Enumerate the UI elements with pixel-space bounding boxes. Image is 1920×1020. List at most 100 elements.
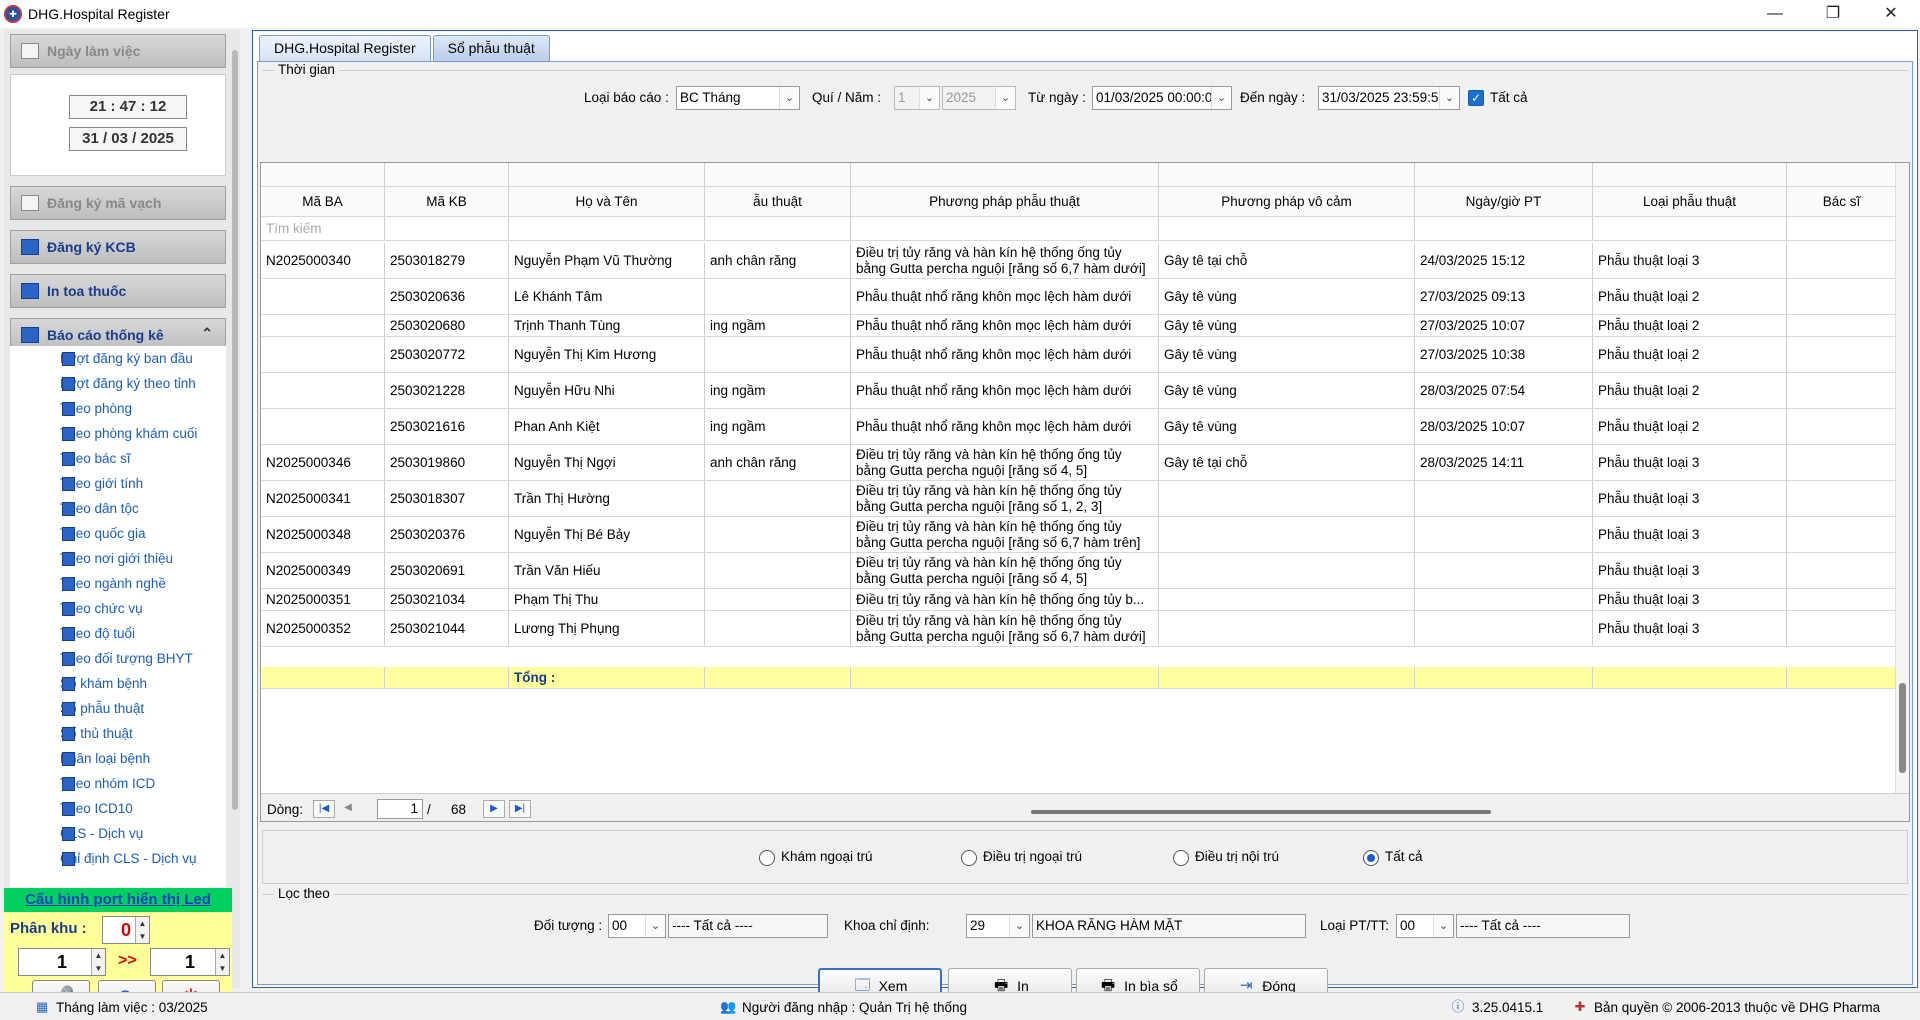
sidebar-report-item[interactable]: Theo chức vụ (10, 596, 226, 621)
search-cell[interactable] (1593, 217, 1787, 240)
sidebar-report-item[interactable]: Theo ICD10 (10, 796, 226, 821)
sidebar-report-item[interactable]: Lượt đăng ký ban đầu (10, 346, 226, 371)
sidebar-report-item[interactable]: Theo phòng (10, 396, 226, 421)
table-row[interactable]: 2503021616 Phan Anh Kiệt ing ngầm Phẫu thuậ… (261, 409, 1897, 445)
next-page-icon[interactable]: ▶ (483, 800, 505, 818)
search-cell[interactable] (509, 217, 705, 240)
table-row[interactable]: N2025000341 2503018307 Trần Thị Hường Điều … (261, 481, 1897, 517)
spinner-arrows-icon[interactable]: ▲ ▼ (91, 949, 105, 975)
from-spinner[interactable]: 1 ▲ ▼ (18, 948, 106, 976)
restore-button[interactable]: ❐ (1804, 0, 1862, 28)
table-row[interactable]: N2025000351 2503021034 Phạm Thị Thu Điều tr… (261, 589, 1897, 611)
sidebar-scrollbar[interactable] (232, 50, 238, 810)
spinner-arrows-icon[interactable]: ▲ ▼ (215, 949, 229, 975)
sidebar-report-item[interactable]: Theo dân tộc (10, 496, 226, 521)
object-code-select[interactable]: 00 ⌄ (608, 914, 666, 938)
table-row[interactable]: N2025000346 2503019860 Nguyễn Thị Ngợi anh … (261, 445, 1897, 481)
table-row[interactable]: N2025000348 2503020376 Nguyễn Thị Bé Bảy Đi… (261, 517, 1897, 553)
tab-home[interactable]: DHG.Hospital Register (259, 35, 431, 61)
sidebar-report-item[interactable]: Lượt đăng ký theo tỉnh (10, 371, 226, 396)
tab-surgery-book[interactable]: Sổ phẫu thuật (432, 35, 550, 61)
table-row[interactable]: 2503020680 Trịnh Thanh Tùng ing ngầm Phẫu t… (261, 315, 1897, 337)
to-date-picker[interactable]: 31/03/2025 23:59:59 ⌄ (1318, 86, 1460, 110)
book-icon (62, 701, 75, 716)
chevron-down-icon[interactable]: ⌄ (995, 87, 1015, 109)
barcode-panel-header[interactable]: Đăng ký mã vạch (10, 186, 226, 220)
led-config-link[interactable]: Cấu hình port hiển thị Led (4, 888, 232, 912)
sidebar-report-item[interactable]: CLS - Dịch vụ (10, 821, 226, 846)
table-row[interactable]: 2503021228 Nguyễn Hữu Nhi ing ngầm Phẫu thu… (261, 373, 1897, 409)
group-header-cell (1415, 163, 1593, 186)
sidebar-report-item[interactable]: Theo độ tuổi (10, 621, 226, 646)
prescription-panel-header[interactable]: In toa thuốc (10, 274, 226, 308)
sidebar-report-item[interactable]: Theo bác sĩ (10, 446, 226, 471)
sidebar-report-item[interactable]: Theo nơi giới thiệu (10, 546, 226, 571)
all-checkbox[interactable]: ✓ (1468, 90, 1484, 106)
sidebar-report-item[interactable]: Theo giới tính (10, 471, 226, 496)
pager: Dòng: |◀ ◀ 1 / 68 ▶ ▶| (261, 793, 1909, 821)
table-row[interactable]: 2503020636 Lê Khánh Tâm Phẫu thuật nhổ răn… (261, 279, 1897, 315)
chevron-down-icon[interactable]: ⌄ (1439, 87, 1459, 109)
table-cell: Phẫu thuật loại 3 (1593, 243, 1787, 278)
kcb-panel-header[interactable]: Đăng ký KCB (10, 230, 226, 264)
quarter-select[interactable]: 1 ⌄ (894, 86, 940, 110)
vertical-scrollbar[interactable] (1895, 163, 1909, 793)
report-type-select[interactable]: BC Tháng ⌄ (676, 86, 800, 110)
book-icon (62, 651, 75, 666)
sidebar-report-item[interactable]: Sổ khám bệnh (10, 671, 226, 696)
radio-inpatient-treatment[interactable] (1173, 850, 1189, 866)
year-select[interactable]: 2025 ⌄ (942, 86, 1016, 110)
sidebar-report-item[interactable]: Theo đối tượng BHYT (10, 646, 226, 671)
collapse-chevron-icon[interactable]: ⌃ (201, 325, 213, 342)
sidebar-report-item[interactable]: Theo nhóm ICD (10, 771, 226, 796)
sidebar-report-item[interactable]: Chỉ định CLS - Dịch vụ (10, 846, 226, 871)
chevron-down-icon[interactable]: ⌄ (919, 87, 939, 109)
radio-outpatient-exam[interactable] (759, 850, 775, 866)
zone-spinner[interactable]: 0 ▲ ▼ (102, 916, 150, 944)
book-icon (62, 501, 75, 516)
table-row[interactable]: N2025000349 2503020691 Trần Văn Hiếu Điều t… (261, 553, 1897, 589)
minimize-button[interactable]: — (1746, 0, 1804, 28)
from-date-picker[interactable]: 01/03/2025 00:00:00 ⌄ (1092, 86, 1232, 110)
search-cell[interactable] (1787, 217, 1897, 240)
horizontal-scrollbar[interactable] (1031, 810, 1491, 814)
search-cell[interactable] (705, 217, 851, 240)
search-cell[interactable]: Tìm kiếm (261, 217, 385, 240)
chevron-down-icon[interactable]: ⌄ (1211, 87, 1231, 109)
table-row[interactable]: 2503020772 Nguyễn Thị Kim Hương Phẫu thuật… (261, 337, 1897, 373)
sidebar-report-item[interactable]: Sổ thủ thuật (10, 721, 226, 746)
chevron-down-icon[interactable]: ⌄ (1009, 915, 1029, 937)
search-cell[interactable] (851, 217, 1159, 240)
prev-page-icon[interactable]: ◀ (337, 800, 359, 818)
sidebar-report-item[interactable]: Theo quốc gia (10, 521, 226, 546)
radio-outpatient-treatment[interactable] (961, 850, 977, 866)
search-cell[interactable] (1415, 217, 1593, 240)
workday-panel-header[interactable]: Ngày làm việc (10, 34, 226, 68)
table-cell: Phẫu thuật loại 2 (1593, 337, 1787, 372)
table-row[interactable]: N2025000352 2503021044 Lương Thị Phụng Điều… (261, 611, 1897, 647)
sidebar-report-item[interactable]: Sổ phẫu thuật (10, 696, 226, 721)
pt-code-select[interactable]: 00 ⌄ (1396, 914, 1454, 938)
first-page-icon[interactable]: |◀ (313, 800, 335, 818)
table-cell: Gây tê vùng (1159, 409, 1415, 444)
to-spinner[interactable]: 1 ▲ ▼ (150, 948, 230, 976)
spinner-arrows-icon[interactable]: ▲ ▼ (135, 917, 149, 943)
radio-all[interactable] (1363, 850, 1379, 866)
sidebar-report-item[interactable]: Theo ngành nghề (10, 571, 226, 596)
page-input[interactable]: 1 (377, 799, 423, 819)
title-bar: ✚ DHG.Hospital Register — ❐ ✕ (0, 0, 1920, 28)
search-cell[interactable] (385, 217, 509, 240)
chevron-down-icon[interactable]: ⌄ (1433, 915, 1453, 937)
chevron-down-icon[interactable]: ⌄ (779, 87, 799, 109)
dept-code-select[interactable]: 29 ⌄ (966, 914, 1030, 938)
table-cell: Phạm Thị Thu (509, 589, 705, 610)
table-cell: Điều trị tủy răng và hàn kín hệ thống ốn… (851, 517, 1159, 552)
search-cell[interactable] (1159, 217, 1415, 240)
close-window-button[interactable]: ✕ (1862, 0, 1920, 28)
last-page-icon[interactable]: ▶| (509, 800, 531, 818)
table-row[interactable]: N2025000340 2503018279 Nguyễn Phạm Vũ Thườ… (261, 243, 1897, 279)
sidebar-report-item[interactable]: Phân loại bệnh (10, 746, 226, 771)
scroll-thumb[interactable] (1899, 683, 1906, 773)
sidebar-report-item[interactable]: Theo phòng khám cuối (10, 421, 226, 446)
chevron-down-icon[interactable]: ⌄ (645, 915, 665, 937)
